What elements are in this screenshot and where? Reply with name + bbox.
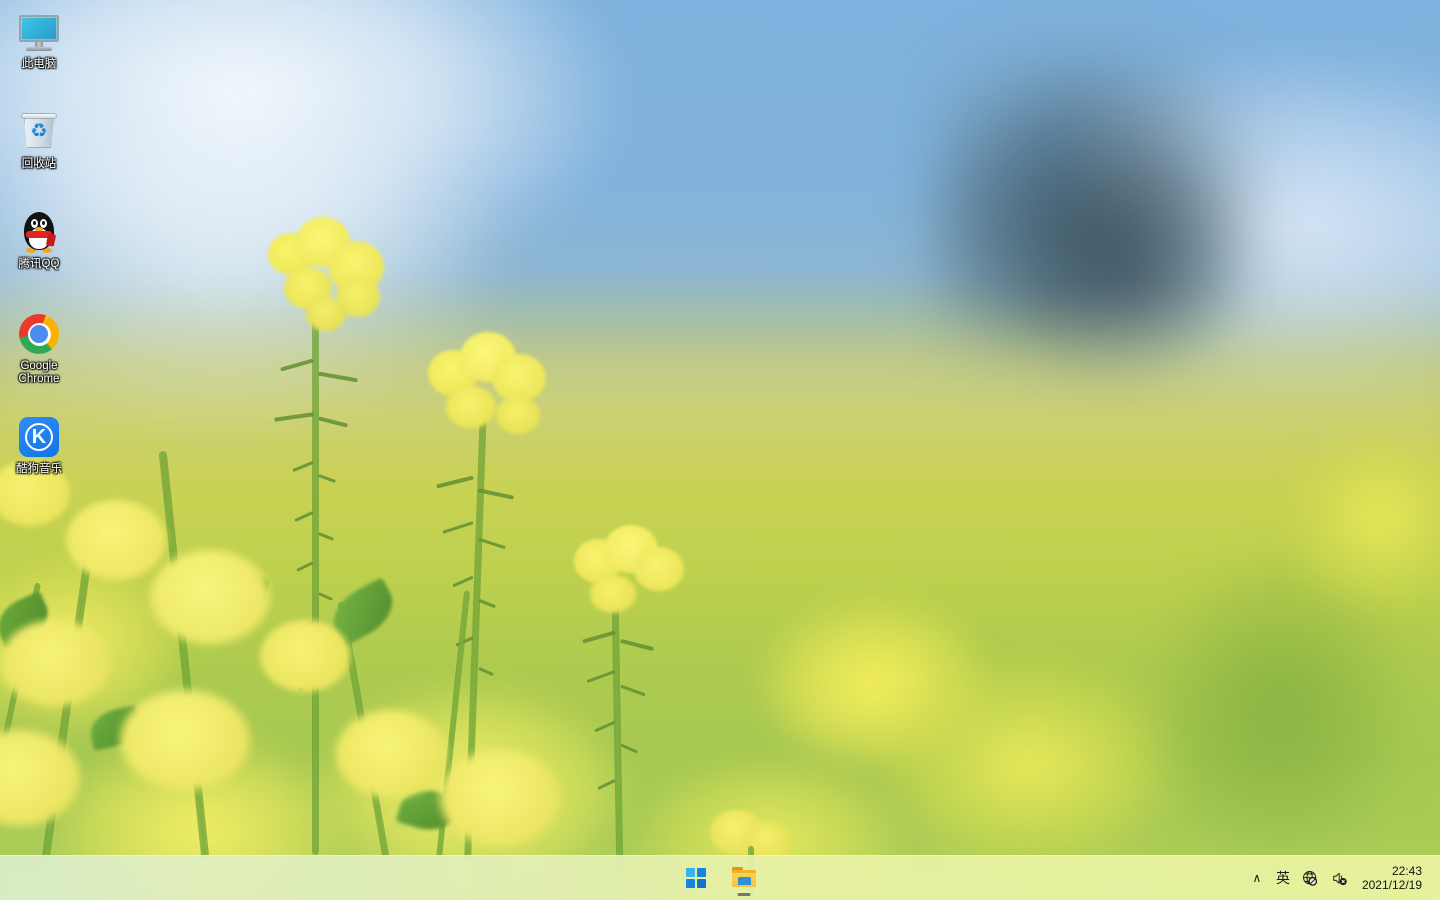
folder-window — [738, 877, 751, 885]
seed-pod — [317, 371, 359, 383]
seed-pod — [436, 475, 474, 489]
seed-pod — [280, 358, 314, 372]
flower-stem — [611, 594, 624, 876]
flower-petal — [446, 386, 496, 428]
desktop-icon-label: 腾讯QQ — [18, 258, 60, 270]
system-tray: ∧ 英 22:43 2021/12/19 — [1244, 856, 1440, 900]
desktop-icon-label: 此电脑 — [21, 58, 57, 70]
taskbar: ∧ 英 22:43 2021/12/19 — [0, 855, 1440, 900]
desktop-icon-label: Google Chrome — [18, 360, 60, 385]
start-button[interactable] — [676, 858, 716, 898]
penguin-scarf-tail — [45, 233, 57, 247]
file-explorer-button[interactable] — [724, 858, 764, 898]
desktop-icon-kugou-music[interactable]: K 酷狗音乐 — [4, 413, 74, 476]
desktop-wallpaper[interactable] — [0, 0, 1440, 900]
ime-label: 英 — [1275, 870, 1290, 886]
seed-pod — [442, 521, 474, 534]
qq-penguin-icon — [15, 208, 63, 256]
seed-pod — [620, 684, 646, 697]
show-hidden-icons-button[interactable]: ∧ — [1244, 859, 1270, 897]
desktop-icon-label: 酷狗音乐 — [16, 463, 62, 475]
flower-petal — [496, 396, 540, 434]
flower-petal — [440, 750, 560, 846]
seed-pod — [597, 778, 616, 791]
foreground-flower-cluster — [250, 560, 580, 860]
ime-indicator[interactable]: 英 — [1270, 859, 1296, 897]
flower-petal — [492, 354, 546, 402]
taskbar-center-group — [0, 856, 1440, 900]
flower-petal — [306, 297, 346, 331]
flower-petal — [336, 710, 446, 798]
network-button[interactable] — [1296, 859, 1325, 897]
bin-lid — [21, 113, 57, 119]
seed-pod — [620, 638, 654, 652]
kugou-icon: K — [15, 413, 63, 461]
windows-logo-icon — [686, 868, 706, 888]
folder-icon — [731, 867, 757, 889]
penguin-pupil — [42, 221, 45, 225]
flower-petal — [260, 620, 350, 692]
recycle-bin-icon: ♻ — [15, 108, 63, 156]
chrome-blue-center — [30, 325, 48, 343]
flower-petal — [66, 500, 166, 580]
flower-petal — [0, 620, 110, 706]
chevron-up-icon: ∧ — [1252, 871, 1262, 885]
running-app-indicator — [737, 893, 751, 896]
monitor-base — [26, 47, 52, 51]
desktop-icon-recycle-bin[interactable]: ♻ 回收站 — [4, 108, 74, 171]
clock-button[interactable]: 22:43 2021/12/19 — [1354, 859, 1432, 897]
kugou-letter-k: K — [31, 426, 47, 448]
monitor-icon — [15, 8, 63, 56]
flower-petal — [120, 690, 250, 790]
speaker-muted-icon — [1333, 872, 1347, 885]
seed-pod — [620, 743, 638, 754]
rapeseed-plant — [560, 525, 710, 876]
seed-pod — [582, 630, 616, 644]
flower-petal — [590, 575, 636, 613]
seed-pod — [594, 720, 616, 733]
flower-petal — [634, 547, 684, 591]
flower-stem — [158, 450, 210, 860]
desktop-icon-label: 回收站 — [21, 158, 57, 170]
volume-button[interactable] — [1325, 859, 1354, 897]
monitor-screen — [19, 15, 59, 42]
clock-time: 22:43 — [1391, 864, 1422, 878]
penguin-pupil — [33, 221, 36, 225]
clock-date: 2021/12/19 — [1361, 878, 1422, 892]
recycle-arrows-icon: ♻ — [30, 121, 48, 142]
globe-no-internet-icon — [1302, 870, 1318, 886]
bokeh-blob — [880, 660, 1180, 870]
seed-pod — [586, 669, 616, 684]
desktop-icon-this-pc[interactable]: 此电脑 — [4, 8, 74, 71]
seed-pod — [478, 537, 506, 550]
chrome-icon — [15, 310, 63, 358]
desktop-icon-google-chrome[interactable]: Google Chrome — [4, 310, 74, 385]
flower-petal — [0, 730, 80, 826]
desktop-icon-tencent-qq[interactable]: 腾讯QQ — [4, 208, 74, 271]
